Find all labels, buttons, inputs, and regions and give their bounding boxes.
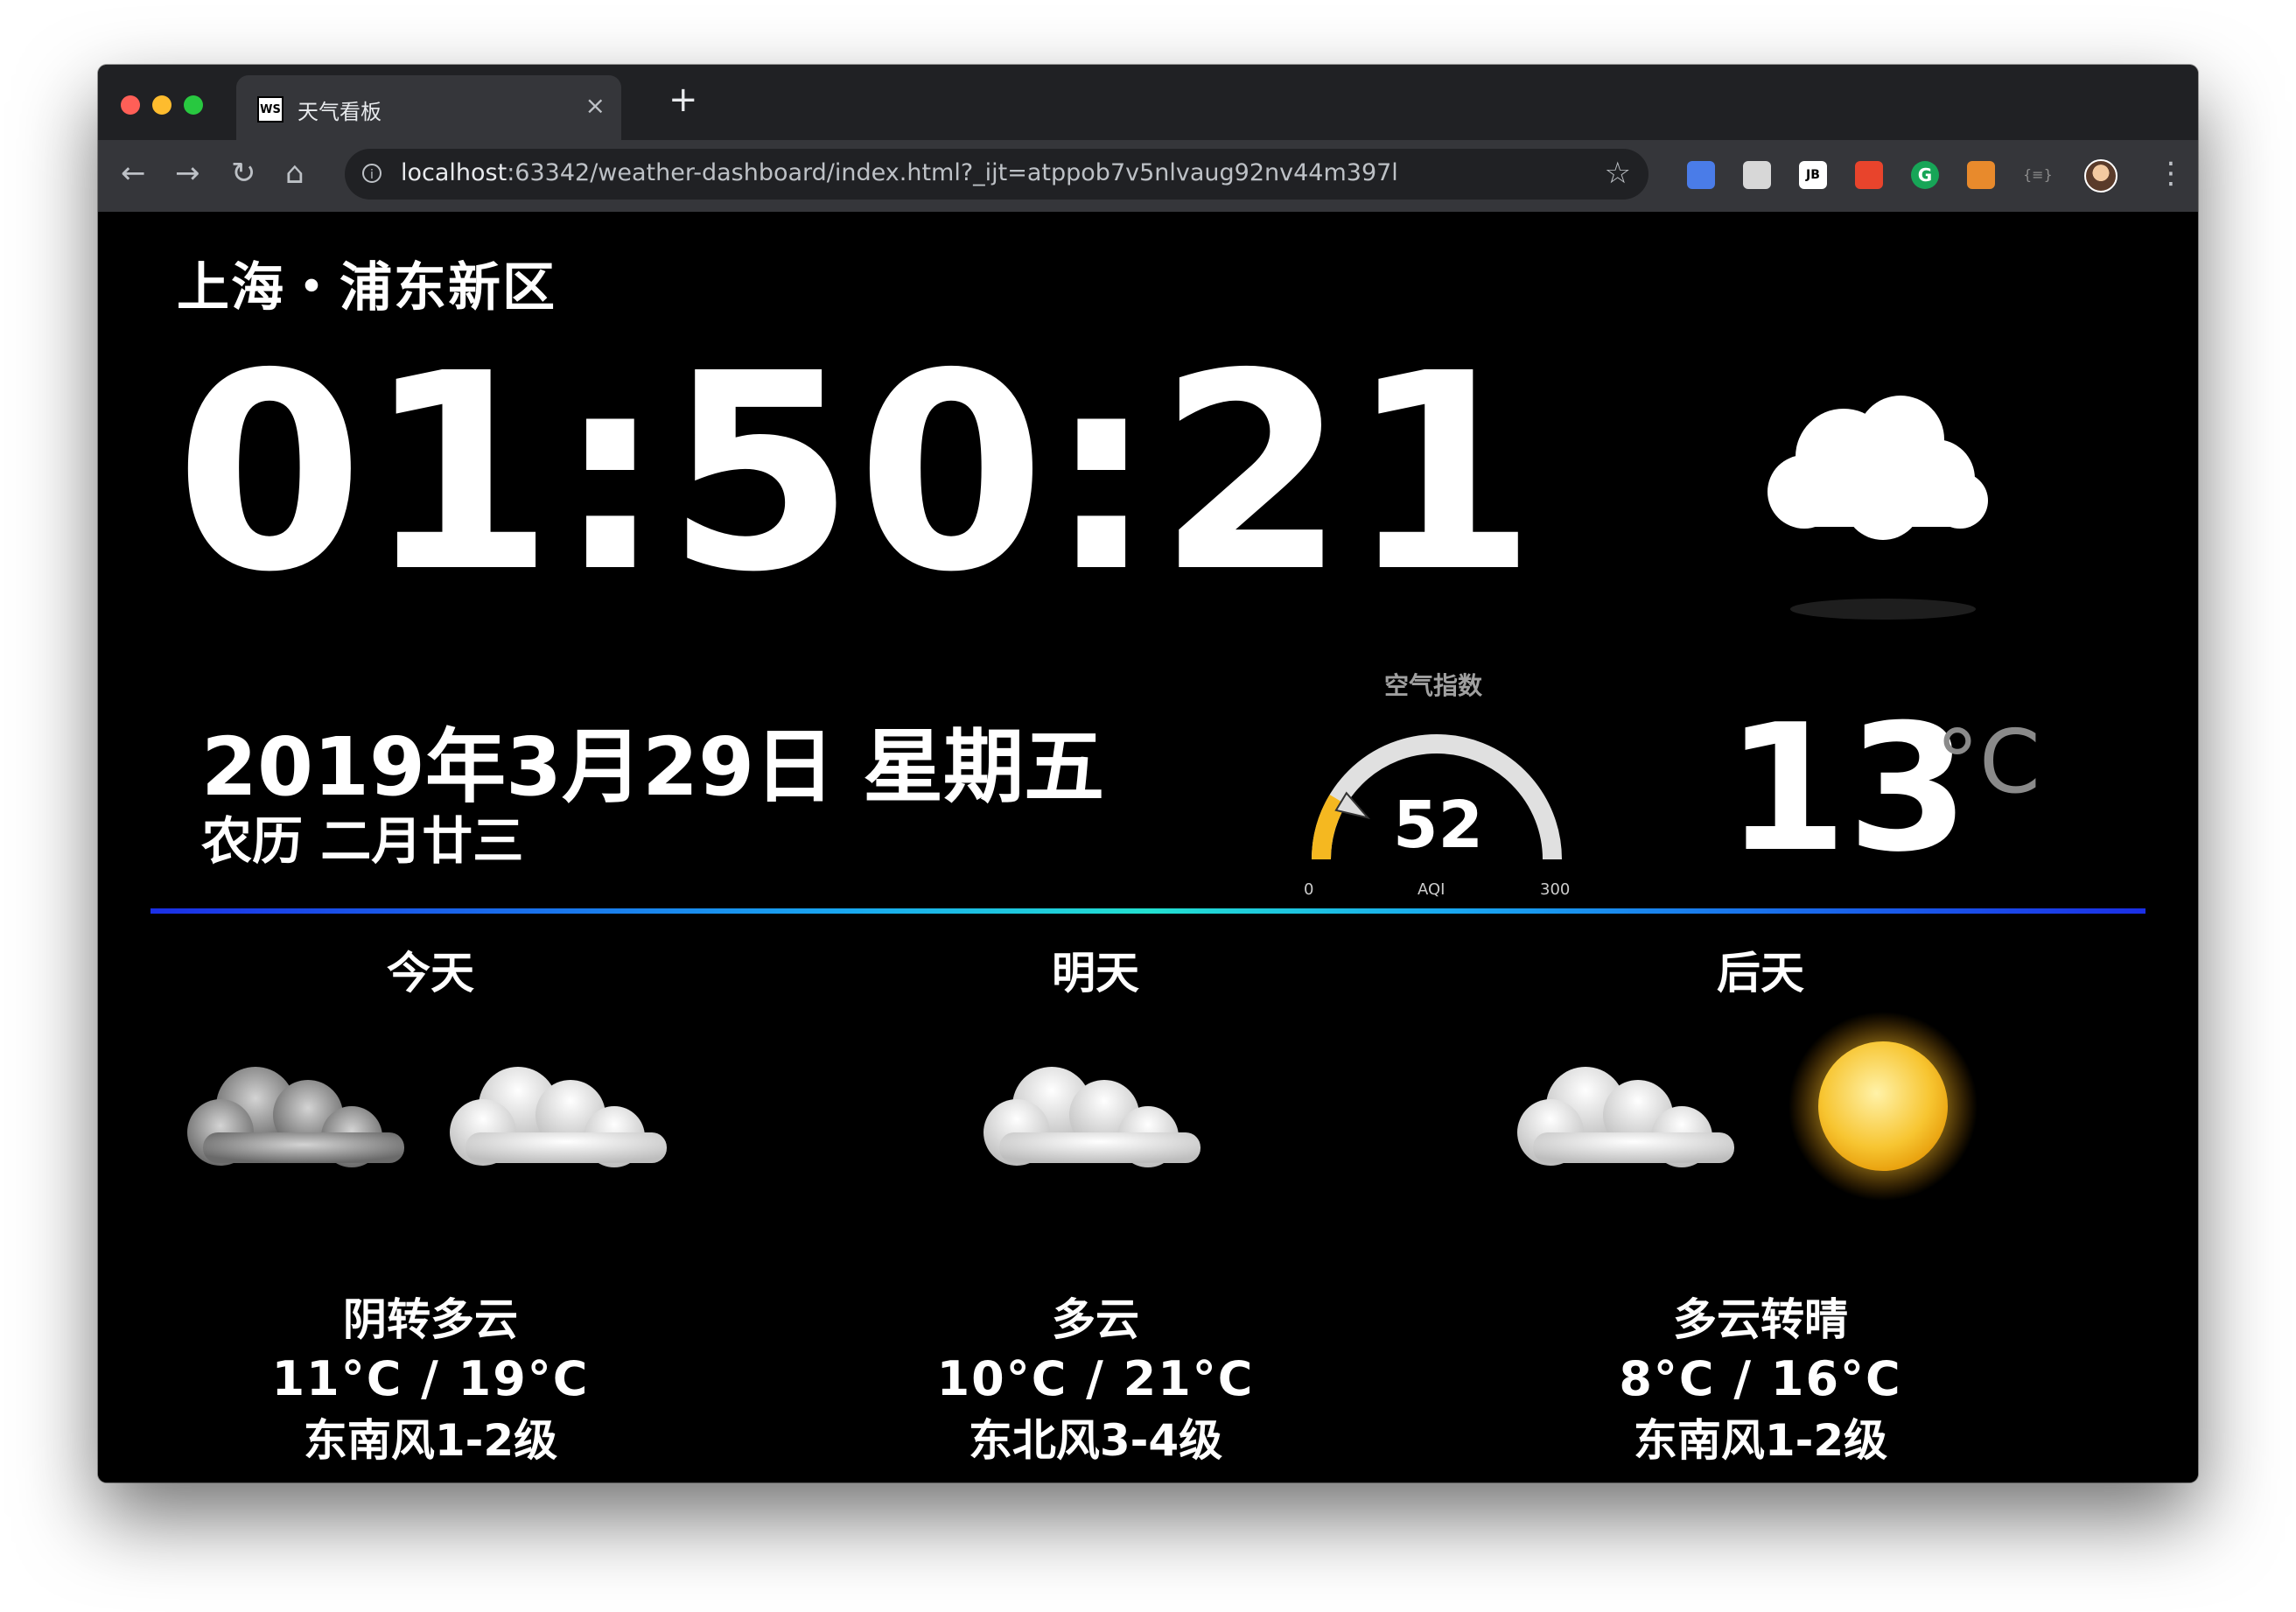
cube-icon[interactable] xyxy=(1743,161,1771,189)
address-bar[interactable]: i localhost:63342/weather-dashboard/inde… xyxy=(345,149,1648,200)
toolbar: ← → ↻ ⌂ i localhost:63342/weather-dashbo… xyxy=(98,140,2198,212)
forecast-day-label: 明天 xyxy=(1052,948,1139,999)
divider xyxy=(150,908,2146,914)
star-icon[interactable]: ☆ xyxy=(1605,156,1631,191)
forecast-condition: 多云 xyxy=(1052,1294,1139,1345)
jetbrains-icon[interactable]: JB xyxy=(1799,161,1827,189)
forecast-wind: 东南风1-2级 xyxy=(303,1415,558,1466)
tab-title: 天气看板 xyxy=(298,100,382,124)
office-icon[interactable] xyxy=(1855,161,1883,189)
maximize-window-button[interactable] xyxy=(184,95,203,115)
camera-icon[interactable] xyxy=(1687,161,1715,189)
aqi-unit-label: AQI xyxy=(1418,880,1446,899)
weather-dashboard: 上海・浦东新区 01:50:21 2019年3月29日 星期五 农历 二月廿三 … xyxy=(98,212,2198,1482)
forecast-wind: 东南风1-2级 xyxy=(1633,1415,1888,1466)
forecast-today: 今天 阴转多云 11°C / 19°C 东南风1-2级 xyxy=(98,938,763,1472)
close-window-button[interactable] xyxy=(121,95,140,115)
forecast-day-label: 后天 xyxy=(1717,948,1804,999)
forward-icon[interactable]: → xyxy=(175,156,200,191)
aqi-value: 52 xyxy=(1393,788,1483,863)
browser-window: WS 天气看板 × + ← → ↻ ⌂ i localhost:63342/we… xyxy=(98,65,2198,1482)
forecast-condition: 阴转多云 xyxy=(343,1294,518,1345)
json-viewer-icon[interactable]: {≡} xyxy=(2023,161,2053,189)
lunar-date-label: 农历 二月廿三 xyxy=(201,811,524,871)
forecast-temp-range: 11°C / 19°C xyxy=(271,1351,590,1406)
aqi-max-label: 300 xyxy=(1540,880,1571,899)
forecast-day-after: 后天 多云转晴 8°C / 16°C 东南风1-2级 xyxy=(1428,938,2093,1472)
current-temp-unit: °C xyxy=(1936,711,2040,813)
current-temp: 13 xyxy=(1726,687,1970,891)
tab-close-icon[interactable]: × xyxy=(585,91,606,120)
aqi-fill xyxy=(1311,795,1347,860)
forecast-day-label: 今天 xyxy=(387,948,474,999)
tab-bar: WS 天气看板 × + xyxy=(98,65,2198,140)
aqi-title: 空气指数 xyxy=(1384,671,1483,700)
back-icon[interactable]: ← xyxy=(121,156,146,191)
forecast-wind: 东北风3-4级 xyxy=(968,1415,1223,1466)
tab-weather[interactable]: WS 天气看板 × xyxy=(236,75,621,140)
clock: 01:50:21 xyxy=(175,316,1539,632)
minimize-window-button[interactable] xyxy=(152,95,172,115)
forecast-temp-range: 10°C / 21°C xyxy=(936,1351,1255,1406)
forecast-condition: 多云转晴 xyxy=(1673,1294,1848,1345)
reload-icon[interactable]: ↻ xyxy=(231,156,256,191)
menu-icon[interactable]: ⋮ xyxy=(2156,156,2186,191)
info-icon[interactable]: i xyxy=(362,164,382,183)
forecast-temp-range: 8°C / 16°C xyxy=(1619,1351,1902,1406)
forecast-tomorrow: 明天 多云 10°C / 21°C 东北风3-4级 xyxy=(763,938,1428,1472)
overcast-cloud-icon xyxy=(187,1067,404,1167)
avatar[interactable] xyxy=(2084,159,2118,193)
new-tab-button[interactable]: + xyxy=(668,82,698,117)
home-icon[interactable]: ⌂ xyxy=(285,156,304,191)
cloud-icon xyxy=(450,1067,667,1167)
grammarly-icon[interactable]: G xyxy=(1911,161,1939,189)
aqi-min-label: 0 xyxy=(1304,880,1314,899)
metamask-icon[interactable] xyxy=(1967,161,1995,189)
cloud-icon xyxy=(984,1067,1200,1167)
sun-icon xyxy=(1788,1012,1978,1201)
cloud-icon xyxy=(1517,1067,1734,1167)
url-text[interactable]: localhost:63342/weather-dashboard/index.… xyxy=(401,159,1398,186)
location-label: 上海・浦东新区 xyxy=(177,257,556,319)
cloud-icon xyxy=(1768,396,1988,620)
webstorm-icon: WS xyxy=(257,96,284,123)
